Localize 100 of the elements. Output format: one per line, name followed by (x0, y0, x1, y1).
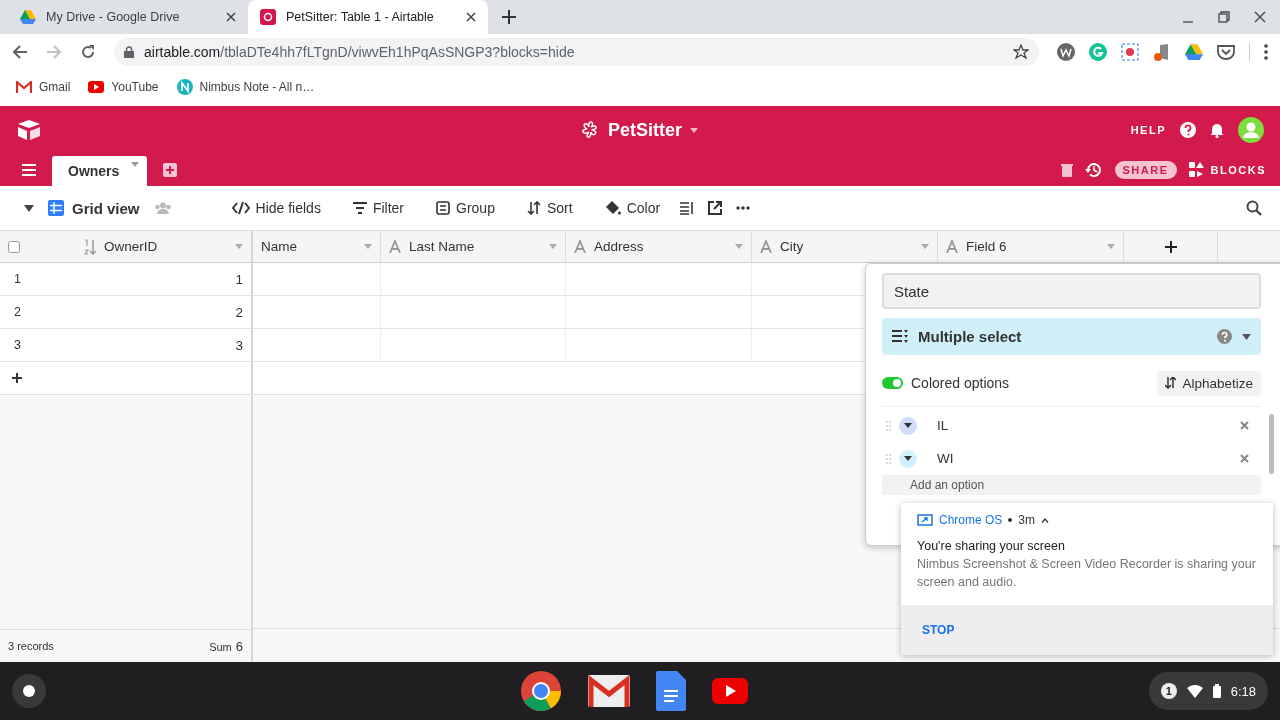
grammarly-icon[interactable] (1089, 43, 1107, 61)
notification-source: Chrome OS (939, 513, 1003, 527)
column-header[interactable]: Field 6 (966, 239, 1099, 254)
new-tab-icon[interactable] (502, 10, 516, 24)
blocks-button[interactable]: BLOCKS (1188, 162, 1266, 178)
notification-badge[interactable]: 1 (1160, 683, 1177, 699)
menu-icon[interactable] (22, 164, 36, 176)
table-tab[interactable]: Owners (52, 156, 148, 186)
table-cell[interactable] (381, 296, 566, 329)
notification-title: You're sharing your screen (917, 539, 1066, 553)
column-header[interactable]: Last Name (409, 239, 541, 254)
bookmark[interactable]: Gmail (16, 80, 71, 94)
launcher-icon[interactable] (12, 674, 46, 708)
chevron-up-icon[interactable] (1041, 517, 1050, 523)
add-option-button[interactable]: Add an option (882, 475, 1261, 495)
row-height-icon[interactable] (680, 201, 695, 215)
caret-icon[interactable] (1242, 333, 1251, 340)
record-icon[interactable] (1121, 43, 1139, 61)
option-label[interactable]: WI (937, 451, 1232, 466)
stop-button[interactable]: STOP (922, 623, 955, 637)
office-icon[interactable] (1153, 43, 1171, 61)
caret-icon[interactable] (904, 456, 912, 461)
table-cell[interactable] (566, 296, 752, 329)
browser-tab[interactable]: My Drive - Google Drive (8, 0, 248, 34)
table-cell[interactable] (381, 329, 566, 362)
table-cell[interactable] (381, 263, 566, 296)
drag-handle-icon[interactable] (886, 453, 891, 464)
table-cell[interactable] (253, 263, 381, 296)
add-row-icon[interactable] (12, 373, 22, 383)
toggle-switch[interactable] (882, 377, 903, 389)
color-picker[interactable] (899, 449, 917, 468)
base-icon (582, 121, 600, 139)
view-switcher[interactable]: Grid view (48, 199, 140, 217)
color-picker[interactable] (899, 416, 917, 435)
help-icon[interactable] (1217, 329, 1232, 344)
wifi-icon[interactable] (1186, 684, 1203, 698)
add-row-cell[interactable] (0, 362, 253, 395)
field-name-input[interactable]: State (882, 273, 1261, 309)
table-cell[interactable] (253, 329, 381, 362)
trash-icon[interactable] (1060, 163, 1073, 177)
checkbox[interactable] (8, 240, 20, 253)
separator-dot-icon (1008, 518, 1013, 522)
extension-icon[interactable] (1057, 43, 1075, 61)
table-cell[interactable] (566, 329, 752, 362)
avatar-icon[interactable] (1238, 117, 1264, 143)
text-type-icon (389, 240, 401, 253)
close-icon[interactable] (466, 12, 476, 22)
number-icon (84, 238, 96, 255)
add-field-icon[interactable] (1164, 240, 1177, 253)
star-icon[interactable] (1013, 44, 1029, 60)
row-number: 2 (14, 305, 21, 319)
close-icon[interactable] (1254, 11, 1266, 23)
help-icon[interactable] (1180, 122, 1196, 138)
toolbar-button[interactable]: Group (430, 196, 501, 220)
chrome-icon[interactable] (520, 670, 562, 712)
close-icon[interactable] (226, 12, 236, 22)
text-type-icon (946, 240, 958, 253)
drag-handle-icon[interactable] (886, 420, 891, 431)
column-header[interactable]: Address (594, 239, 727, 254)
toolbar-button[interactable]: Sort (520, 196, 579, 220)
bell-icon[interactable] (1210, 122, 1224, 138)
help-link[interactable]: HELP (1130, 124, 1166, 136)
share-view-icon[interactable] (708, 201, 723, 215)
toolbar-button[interactable]: Filter (346, 196, 411, 220)
logo-icon[interactable] (16, 119, 42, 141)
document-icon[interactable] (656, 671, 686, 711)
column-header[interactable]: Name (261, 239, 356, 254)
battery-icon[interactable] (1212, 684, 1221, 698)
table-cell[interactable] (566, 263, 752, 296)
column-header[interactable]: OwnerID (104, 239, 227, 254)
caret-icon[interactable] (904, 423, 912, 428)
code-icon (231, 201, 250, 215)
restore-icon[interactable] (1218, 11, 1230, 23)
option-label[interactable]: IL (937, 418, 1232, 433)
bookmark[interactable]: YouTube (88, 80, 159, 94)
clock-time[interactable]: 6:18 (1230, 683, 1256, 699)
toolbar-button[interactable]: Hide fields (225, 196, 327, 220)
pocket-icon[interactable] (1217, 44, 1235, 60)
base-name[interactable]: PetSitter (608, 119, 682, 141)
mail-icon (16, 81, 32, 93)
alphabetize-button[interactable]: Alphabetize (1157, 370, 1261, 396)
drive-icon[interactable] (1185, 44, 1203, 60)
browser-tab[interactable]: PetSitter: Table 1 - Airtable (248, 0, 488, 34)
more-icon[interactable] (736, 206, 751, 210)
field-type-select[interactable]: Multiple select (882, 318, 1261, 355)
bookmark[interactable]: Nimbus Note - All n… (176, 79, 315, 95)
toolbar-button[interactable]: Color (598, 196, 667, 220)
table-cell[interactable] (253, 296, 381, 329)
menu-icon[interactable] (1264, 44, 1268, 60)
add-table-icon[interactable] (163, 163, 178, 177)
back-icon[interactable] (12, 44, 28, 60)
search-icon[interactable] (1246, 200, 1262, 216)
mail-icon[interactable] (588, 675, 630, 707)
caret-icon[interactable] (24, 204, 34, 212)
list-icon (892, 330, 908, 343)
column-header[interactable]: City (780, 239, 913, 254)
history-icon[interactable] (1084, 161, 1103, 179)
reload-icon[interactable] (80, 44, 96, 60)
play-icon[interactable] (712, 678, 748, 704)
address-bar[interactable]: airtable.com/tblaDTe4hh7fLTgnD/viwvEh1hPqAsSNGP3?blocks=hide (114, 38, 1039, 66)
